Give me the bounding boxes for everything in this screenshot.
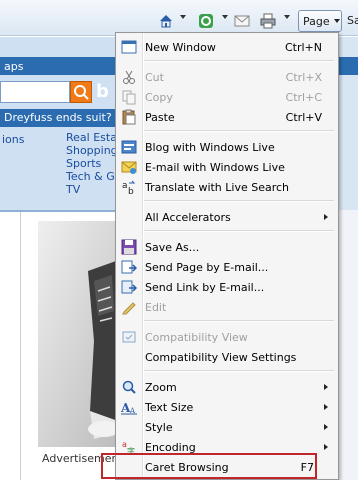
menu-item-label: Translate with Live Search — [145, 181, 290, 194]
command-bar: Page Sa — [0, 0, 358, 36]
blog-icon — [121, 140, 137, 154]
send-page-icon — [121, 260, 137, 274]
menu-separator — [144, 230, 334, 232]
new-window-icon — [121, 40, 137, 54]
link-shopping[interactable]: Shopping — [66, 144, 118, 157]
link-tv[interactable]: TV — [66, 183, 118, 196]
menu-item-label: All Accelerators — [145, 211, 231, 224]
menu-separator — [144, 370, 334, 372]
print-icon — [260, 13, 276, 29]
submenu-arrow-icon — [324, 404, 328, 410]
menu-item-label: Text Size — [145, 401, 194, 414]
menu-item-zoom[interactable]: Zoom — [118, 377, 336, 397]
read-mail-icon — [234, 15, 250, 27]
copy-icon — [122, 90, 136, 105]
link-tech[interactable]: Tech & G — [66, 170, 118, 183]
menu-item-label: Send Page by E-mail... — [145, 261, 269, 274]
menu-item-label: Style — [145, 421, 173, 434]
menu-separator — [144, 130, 334, 132]
submenu-arrow-icon — [324, 214, 328, 220]
send-link-icon — [121, 280, 137, 294]
menu-item-label: E-mail with Windows Live — [145, 161, 285, 174]
cut-icon — [123, 70, 135, 84]
email-live-icon — [121, 161, 137, 174]
submenu-arrow-icon — [324, 424, 328, 430]
column-divider — [20, 212, 21, 480]
menu-separator — [144, 200, 334, 202]
headline-link[interactable]: Dreyfuss ends suit? — [0, 109, 118, 127]
menu-item-label: Copy — [145, 91, 173, 104]
translate-icon: a b — [122, 180, 136, 195]
menu-item-all-accelerators[interactable]: All Accelerators — [118, 207, 336, 227]
page-menu-button[interactable]: Page — [298, 10, 342, 32]
submenu-arrow-icon — [324, 384, 328, 390]
save-as-icon — [121, 239, 137, 255]
caret-browsing-highlight — [101, 453, 317, 479]
submenu-arrow-icon — [324, 444, 328, 450]
home-dropdown-arrow[interactable] — [180, 15, 186, 19]
home-icon — [160, 15, 172, 28]
menu-item-compatibility-view[interactable]: Compatibility View — [118, 327, 336, 347]
page-dropdown-menu: New Window Ctrl+N Cut Ctrl+X Copy Ctrl+C… — [115, 32, 339, 480]
menu-item-edit[interactable]: Edit — [118, 297, 336, 317]
menu-item-compatibility-view-settings[interactable]: Compatibility View Settings — [118, 347, 336, 367]
feeds-dropdown-arrow[interactable] — [222, 15, 228, 19]
menu-item-label: Zoom — [145, 381, 177, 394]
safety-menu-button[interactable]: Sa — [347, 14, 358, 27]
feeds-icon — [199, 14, 213, 28]
menu-item-copy[interactable]: Copy Ctrl+C — [118, 87, 336, 107]
menu-item-send-page-email[interactable]: Send Page by E-mail... — [118, 257, 336, 277]
menu-item-shortcut: Ctrl+V — [285, 111, 322, 124]
compatibility-view-icon — [122, 331, 136, 343]
maps-tab[interactable]: aps — [0, 57, 118, 75]
menu-separator — [144, 320, 334, 322]
edit-icon — [122, 302, 136, 315]
menu-item-label: Edit — [145, 301, 167, 314]
zoom-icon — [122, 380, 136, 394]
menu-item-label: Send Link by E-mail... — [145, 281, 265, 294]
link-real-estate[interactable]: Real Esta — [66, 131, 118, 144]
menu-item-translate-live-search[interactable]: a b Translate with Live Search — [118, 177, 336, 197]
menu-item-send-link-email[interactable]: Send Link by E-mail... — [118, 277, 336, 297]
menu-item-label: New Window — [145, 41, 216, 54]
menu-item-save-as[interactable]: Save As... — [118, 237, 336, 257]
chevron-down-icon — [333, 19, 340, 23]
menu-item-email-windows-live[interactable]: E-mail with Windows Live — [118, 157, 336, 177]
search-icon — [74, 85, 89, 100]
menu-item-label: Blog with Windows Live — [145, 141, 275, 154]
menu-item-new-window[interactable]: New Window Ctrl+N — [118, 37, 336, 57]
menu-item-blog-windows-live[interactable]: Blog with Windows Live — [118, 137, 336, 157]
menu-separator — [144, 60, 334, 62]
link-sports[interactable]: Sports — [66, 157, 118, 170]
feeds-button[interactable] — [198, 11, 214, 31]
menu-item-label: Compatibility View — [145, 331, 248, 344]
menu-item-label: Save As... — [145, 241, 200, 254]
menu-item-cut[interactable]: Cut Ctrl+X — [118, 67, 336, 87]
svg-text:a: a — [122, 181, 128, 191]
home-button[interactable] — [158, 11, 174, 31]
search-button[interactable] — [70, 81, 92, 103]
header-divider — [0, 210, 118, 212]
menu-item-label: Paste — [145, 111, 175, 124]
paste-icon — [122, 109, 136, 125]
category-links: Real Esta Shopping Sports Tech & G TV — [66, 131, 118, 196]
svg-text:b: b — [128, 187, 134, 195]
page-menu-label: Page — [303, 14, 330, 28]
menu-item-paste[interactable]: Paste Ctrl+V — [118, 107, 336, 127]
menu-item-label: Compatibility View Settings — [145, 351, 297, 364]
menu-item-label: Cut — [145, 71, 164, 84]
left-link[interactable]: ions — [2, 133, 25, 146]
read-mail-button[interactable] — [234, 11, 250, 31]
print-button[interactable] — [260, 11, 276, 31]
bing-logo: b — [96, 81, 109, 102]
menu-item-shortcut: Ctrl+X — [285, 71, 322, 84]
menu-item-shortcut: Ctrl+N — [284, 41, 322, 54]
search-input[interactable] — [0, 81, 70, 103]
print-dropdown-arrow[interactable] — [284, 15, 290, 19]
menu-item-text-size[interactable]: A A Text Size — [118, 397, 336, 417]
menu-item-style[interactable]: Style — [118, 417, 336, 437]
text-size-icon: A A — [121, 401, 137, 415]
menu-item-shortcut: Ctrl+C — [285, 91, 322, 104]
